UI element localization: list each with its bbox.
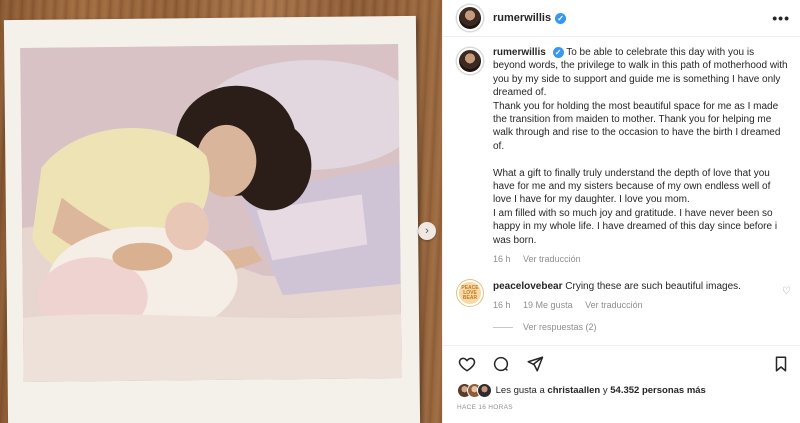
- translate-link[interactable]: Ver traducción: [523, 254, 581, 264]
- caption-line: I am filled with so much joy and gratitu…: [493, 207, 778, 246]
- avatar[interactable]: [457, 5, 483, 31]
- likes-text: Les gusta a christaallen y 54.352 person…: [493, 385, 706, 396]
- verified-badge-icon: ✓: [552, 46, 564, 58]
- caption-meta: 16 h Ver traducción: [493, 253, 789, 266]
- comment-time: 16 h: [493, 300, 511, 311]
- replies-divider: [493, 326, 513, 328]
- post-media[interactable]: ›: [0, 0, 442, 423]
- view-replies-label[interactable]: Ver respuestas (2): [523, 322, 597, 332]
- bookmark-icon[interactable]: [771, 354, 791, 374]
- post-header: rumerwillis ✓ •••: [443, 0, 800, 37]
- avatar[interactable]: PEACE LOVE BEAR: [457, 280, 483, 307]
- more-options-icon[interactable]: •••: [772, 10, 790, 26]
- verified-badge-icon: ✓: [555, 12, 567, 24]
- caption-username[interactable]: rumerwillis: [493, 47, 546, 58]
- view-replies[interactable]: Ver respuestas (2): [493, 322, 791, 332]
- likes-connector: y: [602, 385, 608, 396]
- caption-line: What a gift to finally truly understand …: [493, 167, 771, 206]
- translate-link[interactable]: Ver traducción: [585, 300, 643, 310]
- caption: rumerwillis ✓ To be able to celebrate th…: [457, 46, 791, 266]
- post-side-panel: rumerwillis ✓ ••• rumerwillis ✓ To be ab…: [442, 0, 800, 423]
- likes-summary[interactable]: Les gusta a christaallen y 54.352 person…: [457, 383, 706, 398]
- caption-line: rumerwillis ✓ To be able to celebrate th…: [493, 46, 789, 100]
- header-username[interactable]: rumerwillis: [493, 12, 551, 24]
- avatar: [477, 383, 492, 398]
- comments-section: rumerwillis ✓ To be able to celebrate th…: [443, 38, 800, 338]
- likes-prefix: Les gusta a: [495, 385, 545, 396]
- likes-count[interactable]: 54.352 personas más: [610, 385, 706, 396]
- comment-username[interactable]: peacelovebear: [493, 281, 563, 292]
- caption-line: [493, 153, 789, 166]
- mother-and-baby-photo: [20, 44, 402, 382]
- caption-time: 16 h: [493, 254, 511, 265]
- action-bar: [443, 345, 800, 381]
- chevron-right-icon[interactable]: ›: [418, 222, 436, 240]
- comment-body: peacelovebear Crying these are such beau…: [493, 280, 773, 312]
- avatar[interactable]: [457, 48, 483, 74]
- post-timestamp: HACE 16 HORAS: [457, 404, 513, 411]
- polaroid-photo: [3, 15, 421, 423]
- likes-user[interactable]: christaallen: [547, 385, 600, 396]
- heart-icon[interactable]: ♡: [782, 286, 791, 312]
- comment-meta: 16 h 19 Me gusta Ver traducción: [493, 299, 773, 312]
- comment-likes[interactable]: 19 Me gusta: [523, 300, 573, 310]
- caption-line: Thank you for holding the most beautiful…: [493, 100, 781, 152]
- heart-icon[interactable]: [457, 354, 477, 374]
- comment-text: Crying these are such beautiful images.: [565, 281, 741, 293]
- paper-plane-icon[interactable]: [525, 354, 545, 374]
- liker-avatars: [457, 383, 492, 398]
- comment: PEACE LOVE BEAR peacelovebear Crying the…: [457, 280, 791, 312]
- caption-body: rumerwillis ✓ To be able to celebrate th…: [493, 46, 789, 266]
- comment-bubble-icon[interactable]: [491, 354, 511, 374]
- comment-line: peacelovebear Crying these are such beau…: [493, 280, 773, 293]
